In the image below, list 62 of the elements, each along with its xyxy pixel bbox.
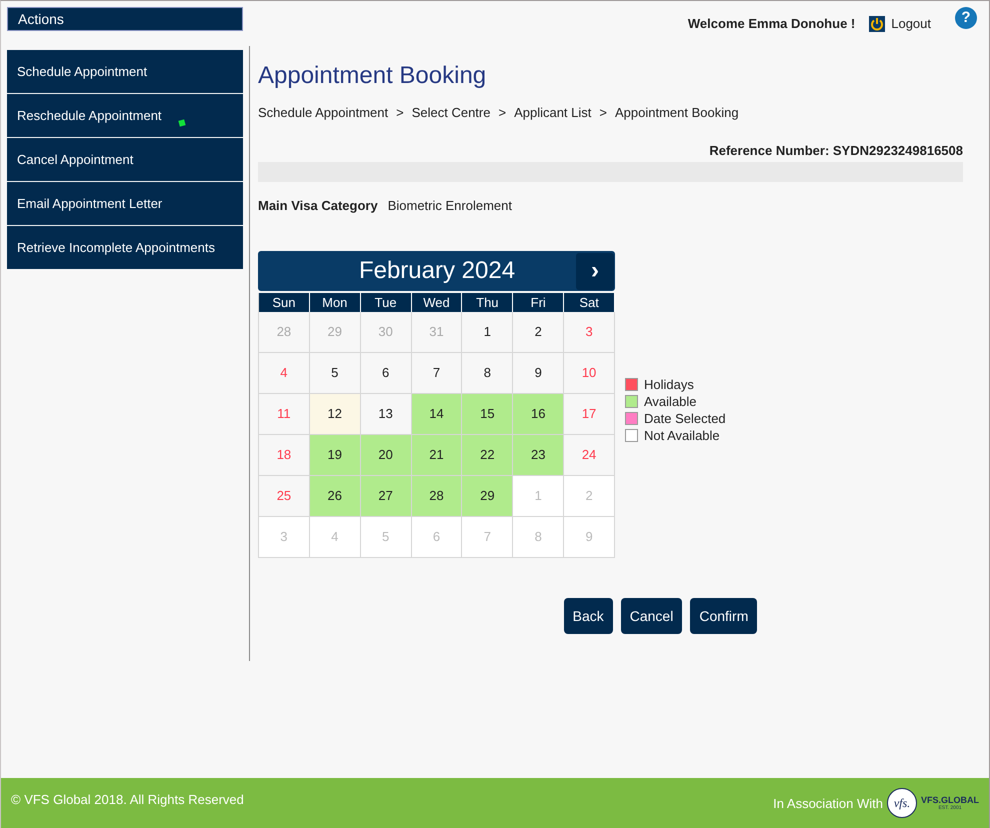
logout-link[interactable]: Logout bbox=[891, 16, 931, 31]
day-cell[interactable]: 13 bbox=[360, 394, 412, 435]
day-cell[interactable]: 27 bbox=[360, 476, 412, 517]
action-button[interactable]: Back bbox=[564, 598, 613, 634]
logo-name: VFS.GLOBAL bbox=[921, 795, 979, 805]
day-cell[interactable]: 16 bbox=[513, 394, 564, 435]
day-cell[interactable]: 7 bbox=[412, 353, 462, 394]
weekday-header: Thu bbox=[462, 293, 514, 312]
breadcrumb-item[interactable]: Applicant List bbox=[514, 105, 592, 120]
visa-category-label: Main Visa Category bbox=[258, 198, 378, 213]
day-cell[interactable]: 15 bbox=[462, 394, 514, 435]
breadcrumb-separator: > bbox=[599, 105, 607, 120]
sidebar-item[interactable]: Schedule Appointment bbox=[7, 50, 243, 93]
legend-label: Available bbox=[644, 394, 697, 408]
page-title: Appointment Booking bbox=[258, 62, 488, 90]
copyright-text: © VFS Global 2018. All Rights Reserved bbox=[11, 792, 244, 806]
day-cell[interactable]: 5 bbox=[310, 353, 361, 394]
legend-label: Holidays bbox=[644, 376, 694, 392]
weekday-header: Sun bbox=[259, 293, 310, 312]
sidebar-item[interactable]: Reschedule Appointment bbox=[7, 94, 243, 137]
month-title: February 2024 bbox=[358, 257, 516, 285]
legend-label: Date Selected bbox=[644, 410, 726, 426]
action-button[interactable]: Cancel bbox=[620, 598, 682, 634]
day-cell[interactable]: 22 bbox=[462, 435, 514, 476]
weekday-header: Sat bbox=[564, 293, 615, 312]
sidebar-title: Actions bbox=[7, 7, 243, 31]
breadcrumb-separator: > bbox=[498, 105, 506, 120]
day-cell[interactable]: 2 bbox=[513, 312, 564, 353]
breadcrumb-separator: > bbox=[396, 105, 404, 120]
action-button[interactable]: Confirm bbox=[690, 598, 758, 634]
day-cell[interactable]: 20 bbox=[360, 435, 412, 476]
weekday-header: Tue bbox=[360, 293, 412, 312]
sidebar-item[interactable]: Email Appointment Letter bbox=[7, 182, 243, 225]
day-cell[interactable]: 8 bbox=[462, 353, 514, 394]
sidebar-item[interactable]: Cancel Appointment bbox=[7, 138, 243, 181]
association-text: In Association With bbox=[773, 796, 883, 810]
day-cell[interactable]: 19 bbox=[310, 435, 361, 476]
day-cell[interactable]: 29 bbox=[462, 476, 514, 517]
weekday-header: Wed bbox=[412, 293, 462, 312]
day-cell[interactable]: 6 bbox=[360, 353, 412, 394]
weekday-header: Fri bbox=[513, 293, 564, 312]
weekday-header: Mon bbox=[310, 293, 361, 312]
breadcrumb-item[interactable]: Appointment Booking bbox=[614, 105, 739, 120]
day-cell[interactable]: 28 bbox=[412, 476, 462, 517]
day-cell[interactable]: 1 bbox=[462, 312, 514, 353]
logo-badge: vfs. bbox=[887, 788, 917, 818]
help-icon[interactable]: ? bbox=[955, 6, 977, 28]
day-cell[interactable]: 12 bbox=[310, 394, 361, 435]
day-cell[interactable]: 23 bbox=[513, 435, 564, 476]
sidebar-item[interactable]: Retrieve Incomplete Appointments bbox=[7, 226, 243, 269]
day-cell[interactable]: 9 bbox=[513, 353, 564, 394]
breadcrumb-item[interactable]: Schedule Appointment bbox=[258, 105, 388, 120]
next-month-button[interactable]: › bbox=[576, 252, 614, 290]
legend-label: Not Available bbox=[644, 428, 720, 442]
power-icon[interactable] bbox=[869, 16, 886, 32]
day-cell[interactable]: 14 bbox=[412, 394, 462, 435]
day-cell[interactable]: 21 bbox=[412, 435, 462, 476]
breadcrumb-item[interactable]: Select Centre bbox=[412, 105, 490, 120]
reference-number: Reference Number: SYDN2923249816508 bbox=[709, 143, 963, 158]
welcome-text: Welcome Emma Donohue ! bbox=[688, 16, 856, 31]
day-cell[interactable]: 26 bbox=[310, 476, 361, 517]
visa-category-value: Biometric Enrolement bbox=[388, 198, 512, 213]
